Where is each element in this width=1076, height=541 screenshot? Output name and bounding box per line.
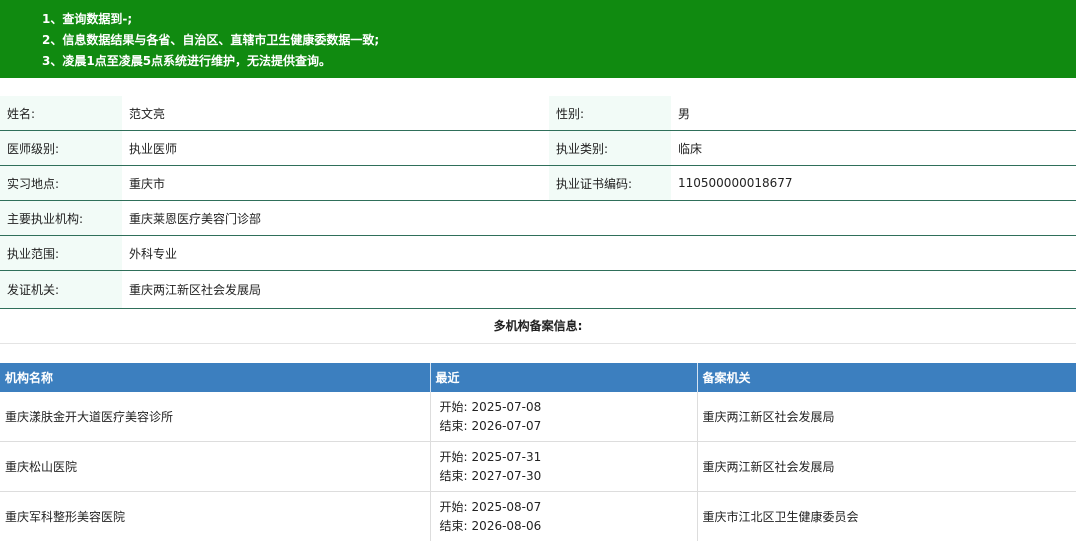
- authority-cell: 重庆市江北区卫生健康委员会: [697, 491, 1076, 541]
- notice-line-2: 2、信息数据结果与各省、自治区、直辖市卫生健康委数据一致;: [42, 33, 380, 47]
- table-row: 重庆军科整形美容医院 开始: 2025-08-07 结束: 2026-08-06 重…: [0, 491, 1076, 541]
- header-authority: 备案机关: [697, 363, 1076, 392]
- practice-place-value: 重庆市: [122, 165, 549, 201]
- end-date: 2027-07-30: [471, 468, 542, 483]
- header-recent: 最近: [430, 363, 698, 392]
- start-label: 开始:: [439, 449, 468, 464]
- period-cell: 开始: 2025-07-08 结束: 2026-07-07: [430, 392, 698, 442]
- start-label: 开始:: [439, 399, 468, 414]
- org-name-cell: 重庆漾肤金开大道医疗美容诊所: [0, 392, 431, 442]
- notice-line-1: 1、查询数据到-;: [42, 12, 133, 26]
- scope-label: 执业范围:: [0, 235, 122, 271]
- main-org-label: 主要执业机构:: [0, 200, 122, 236]
- info-row: 发证机关: 重庆两江新区社会发展局: [0, 270, 1076, 309]
- practice-place-label: 实习地点:: [0, 165, 122, 201]
- org-name-cell: 重庆军科整形美容医院: [0, 491, 431, 541]
- info-row: 医师级别: 执业医师 执业类别: 临床: [0, 130, 1076, 166]
- table-row: 重庆松山医院 开始: 2025-07-31 结束: 2027-07-30 重庆两江新…: [0, 441, 1076, 492]
- period-cell: 开始: 2025-08-07 结束: 2026-08-06: [430, 491, 698, 541]
- level-value: 执业医师: [122, 130, 549, 166]
- period-cell: 开始: 2025-07-31 结束: 2027-07-30: [430, 441, 698, 492]
- end-label: 结束:: [439, 418, 468, 433]
- info-row: 姓名: 范文亮 性别: 男: [0, 96, 1076, 131]
- end-label: 结束:: [439, 518, 468, 533]
- end-date: 2026-07-07: [471, 418, 542, 433]
- multi-org-title: 多机构备案信息:: [0, 309, 1076, 344]
- category-value: 临床: [671, 130, 1076, 166]
- name-label: 姓名:: [0, 96, 122, 131]
- category-label: 执业类别:: [549, 130, 671, 166]
- end-label: 结束:: [439, 468, 468, 483]
- start-date: 2025-08-07: [471, 499, 542, 514]
- doctor-info-table: 姓名: 范文亮 性别: 男 医师级别: 执业医师 执业类别: 临床 实习地点: …: [0, 96, 1076, 309]
- issuer-label: 发证机关:: [0, 270, 122, 309]
- start-date: 2025-07-31: [471, 449, 542, 464]
- gender-value: 男: [671, 96, 1076, 131]
- multi-org-table: 机构名称 最近 备案机关 重庆漾肤金开大道医疗美容诊所 开始: 2025-07-0…: [0, 363, 1076, 541]
- info-row: 主要执业机构: 重庆莱恩医疗美容门诊部: [0, 200, 1076, 236]
- header-org-name: 机构名称: [0, 363, 431, 392]
- table-header-row: 机构名称 最近 备案机关: [0, 363, 1076, 392]
- info-row: 实习地点: 重庆市 执业证书编码: 110500000018677: [0, 165, 1076, 201]
- start-label: 开始:: [439, 499, 468, 514]
- issuer-value: 重庆两江新区社会发展局: [122, 270, 1076, 309]
- gender-label: 性别:: [549, 96, 671, 131]
- end-date: 2026-08-06: [471, 518, 542, 533]
- start-date: 2025-07-08: [471, 399, 542, 414]
- main-org-value: 重庆莱恩医疗美容门诊部: [122, 200, 1076, 236]
- level-label: 医师级别:: [0, 130, 122, 166]
- authority-cell: 重庆两江新区社会发展局: [697, 392, 1076, 442]
- org-name-cell: 重庆松山医院: [0, 441, 431, 492]
- cert-no-label: 执业证书编码:: [549, 165, 671, 201]
- notice-line-3: 3、凌晨1点至凌晨5点系统进行维护，无法提供查询。: [42, 54, 332, 68]
- table-row: 重庆漾肤金开大道医疗美容诊所 开始: 2025-07-08 结束: 2026-07-…: [0, 392, 1076, 442]
- notice-banner: 1、查询数据到-; 2、信息数据结果与各省、自治区、直辖市卫生健康委数据一致; …: [0, 0, 1076, 78]
- authority-cell: 重庆两江新区社会发展局: [697, 441, 1076, 492]
- name-value: 范文亮: [122, 96, 549, 131]
- scope-value: 外科专业: [122, 235, 1076, 271]
- cert-no-value: 110500000018677: [671, 165, 1076, 201]
- info-row: 执业范围: 外科专业: [0, 235, 1076, 271]
